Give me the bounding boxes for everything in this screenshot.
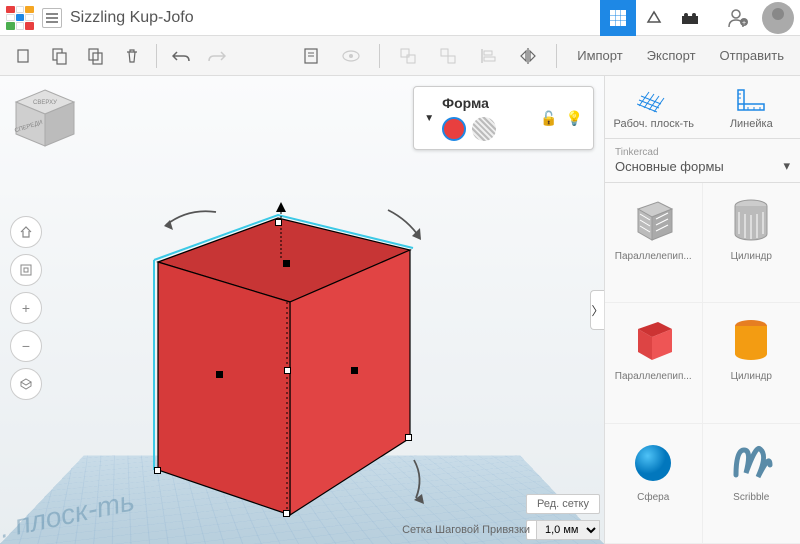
user-avatar[interactable] xyxy=(762,2,794,34)
bricks-mode-button[interactable] xyxy=(672,0,708,36)
shape-box-solid[interactable]: Параллелепип... xyxy=(605,303,703,423)
invite-user-button[interactable]: + xyxy=(720,0,756,36)
edit-handle[interactable] xyxy=(283,510,290,517)
notes-toggle-button[interactable] xyxy=(295,40,327,72)
edit-handle[interactable] xyxy=(216,371,223,378)
sidebar-tools: Рабоч. плоск-ть Линейка xyxy=(605,76,800,139)
edit-handle[interactable] xyxy=(284,367,291,374)
solid-color-button[interactable] xyxy=(442,117,466,141)
lock-icon[interactable]: 🔓 xyxy=(540,110,557,127)
shape-sphere[interactable]: Сфера xyxy=(605,424,703,544)
ungroup-button[interactable] xyxy=(432,40,464,72)
view-cube[interactable]: СВЕРХУ СПЕРЕДИ xyxy=(10,86,80,151)
zoom-in-button[interactable]: + xyxy=(10,292,42,324)
toolbar: Импорт Экспорт Отправить xyxy=(0,36,800,76)
shape-inspector: ▼ Форма 🔓 💡 xyxy=(413,86,594,150)
align-button[interactable] xyxy=(472,40,504,72)
edit-handle[interactable] xyxy=(405,434,412,441)
paste-button[interactable] xyxy=(44,40,76,72)
snap-grid-select[interactable]: 1,0 мм xyxy=(536,520,600,540)
shape-cylinder-solid[interactable]: Цилиндр xyxy=(703,303,800,423)
header-right: + xyxy=(600,0,794,36)
edit-handle[interactable] xyxy=(283,260,290,267)
collapse-icon[interactable]: ▼ xyxy=(424,113,434,124)
send-button[interactable]: Отправить xyxy=(712,44,792,67)
main-area: оч. плоск-ть СВЕРХУ СПЕРЕДИ + − xyxy=(0,76,800,544)
lightbulb-icon[interactable]: 💡 xyxy=(566,110,583,127)
fit-view-button[interactable] xyxy=(10,254,42,286)
edit-grid-button[interactable]: Ред. сетку xyxy=(526,494,600,514)
edit-handle[interactable] xyxy=(275,219,282,226)
tinkercad-logo[interactable] xyxy=(6,6,34,30)
snap-label: Сетка Шаговой Привязки xyxy=(402,524,530,536)
shape-category-selector[interactable]: Tinkercad Основные формы▾ xyxy=(605,139,800,183)
nav-tools: + − xyxy=(10,216,42,400)
ruler-tool[interactable]: Линейка xyxy=(703,76,800,138)
mirror-button[interactable] xyxy=(512,40,544,72)
sidebar-collapse-handle[interactable]: 〉 xyxy=(590,290,604,330)
svg-text:СВЕРХУ: СВЕРХУ xyxy=(33,100,57,106)
edit-handle[interactable] xyxy=(351,367,358,374)
home-view-button[interactable] xyxy=(10,216,42,248)
group-button[interactable] xyxy=(392,40,424,72)
undo-button[interactable] xyxy=(165,40,197,72)
workplane-tool[interactable]: Рабоч. плоск-ть xyxy=(605,76,703,138)
copy-button[interactable] xyxy=(8,40,40,72)
blocks-mode-button[interactable] xyxy=(636,0,672,36)
selected-cube-object[interactable] xyxy=(128,160,438,540)
canvas-3d[interactable]: оч. плоск-ть СВЕРХУ СПЕРЕДИ + − xyxy=(0,76,604,544)
zoom-out-button[interactable]: − xyxy=(10,330,42,362)
duplicate-button[interactable] xyxy=(80,40,112,72)
shape-title: Форма xyxy=(442,95,496,111)
svg-text:+: + xyxy=(742,20,746,27)
design-mode-button[interactable] xyxy=(600,0,636,36)
chevron-down-icon: ▾ xyxy=(783,158,790,174)
visibility-toggle-button[interactable] xyxy=(335,40,367,72)
export-button[interactable]: Экспорт xyxy=(639,44,704,67)
shapes-sidebar: Рабоч. плоск-ть Линейка Tinkercad Основн… xyxy=(604,76,800,544)
shapes-grid: Параллелепип... Цилиндр Параллелепип... … xyxy=(605,183,800,544)
app-header: Sizzling Kup-Jofo + xyxy=(0,0,800,36)
shape-cylinder-hole[interactable]: Цилиндр xyxy=(703,183,800,303)
hole-mode-button[interactable] xyxy=(472,117,496,141)
delete-button[interactable] xyxy=(116,40,148,72)
shape-box-hole[interactable]: Параллелепип... xyxy=(605,183,703,303)
edit-handle[interactable] xyxy=(154,467,161,474)
ortho-toggle-button[interactable] xyxy=(10,368,42,400)
shape-scribble[interactable]: Scribble xyxy=(703,424,800,544)
project-title[interactable]: Sizzling Kup-Jofo xyxy=(70,9,194,27)
import-button[interactable]: Импорт xyxy=(569,44,630,67)
projects-list-icon[interactable] xyxy=(42,8,62,28)
redo-button[interactable] xyxy=(201,40,233,72)
